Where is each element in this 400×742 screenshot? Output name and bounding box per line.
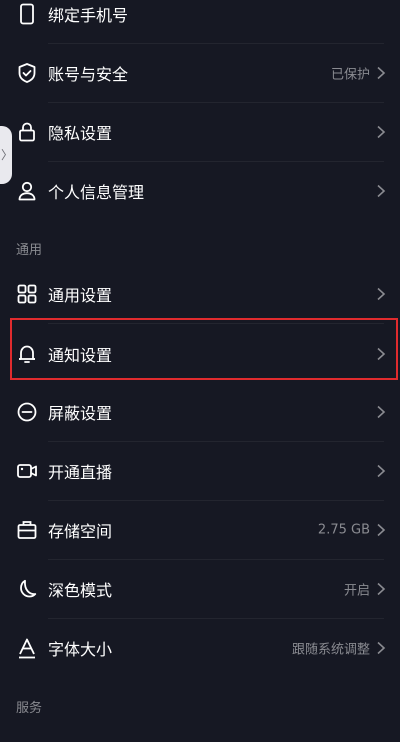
storage-icon — [16, 519, 38, 541]
row-label: 通用设置 — [48, 286, 113, 305]
row-value: 开启 — [343, 583, 370, 599]
block-icon — [16, 401, 38, 423]
row-label: 隐私设置 — [48, 124, 113, 143]
row-label: 绑定手机号 — [48, 6, 129, 25]
grid-icon — [16, 283, 38, 305]
row-block-settings[interactable]: 屏蔽设置 — [0, 383, 400, 441]
phone-icon — [16, 3, 38, 25]
row-label: 存储空间 — [48, 522, 113, 541]
user-icon — [16, 180, 38, 202]
row-label: 字体大小 — [48, 640, 113, 659]
chevron-right-icon — [376, 523, 386, 537]
chevron-right-icon — [376, 184, 386, 198]
row-personal-info[interactable]: 个人信息管理 — [0, 162, 400, 220]
shield-check-icon — [16, 62, 38, 84]
row-value: 2.75 GB — [317, 522, 370, 538]
moon-icon — [16, 578, 38, 600]
row-bind-phone[interactable]: 绑定手机号 — [0, 0, 400, 43]
row-value: 跟随系统调整 — [291, 642, 370, 658]
row-label: 屏蔽设置 — [48, 404, 113, 423]
chevron-right-icon — [376, 582, 386, 596]
row-privacy[interactable]: 隐私设置 — [0, 103, 400, 161]
row-live-stream[interactable]: 开通直播 — [0, 442, 400, 500]
row-label: 深色模式 — [48, 581, 113, 600]
font-size-icon — [16, 637, 38, 659]
lock-icon — [16, 121, 38, 143]
chevron-right-icon — [376, 464, 386, 478]
chevron-right-icon — [376, 287, 386, 301]
row-storage[interactable]: 存储空间 2.75 GB — [0, 501, 400, 559]
row-font-size[interactable]: 字体大小 跟随系统调整 — [0, 619, 400, 677]
chevron-right-icon — [376, 125, 386, 139]
section-header-service: 服务 — [16, 701, 43, 716]
chevron-right-icon — [376, 405, 386, 419]
row-label: 账号与安全 — [48, 65, 129, 84]
row-general-settings[interactable]: 通用设置 — [0, 265, 400, 323]
row-dark-mode[interactable]: 深色模式 开启 — [0, 560, 400, 618]
video-camera-icon — [16, 460, 38, 482]
row-value: 已保护 — [330, 67, 370, 83]
row-label: 个人信息管理 — [48, 183, 145, 202]
section-header-general: 通用 — [16, 243, 43, 258]
chevron-right-icon — [376, 641, 386, 655]
row-account-security[interactable]: 账号与安全 已保护 — [0, 44, 400, 102]
row-label: 开通直播 — [48, 463, 113, 482]
highlight-box — [10, 318, 398, 380]
chevron-right-icon — [376, 66, 386, 80]
